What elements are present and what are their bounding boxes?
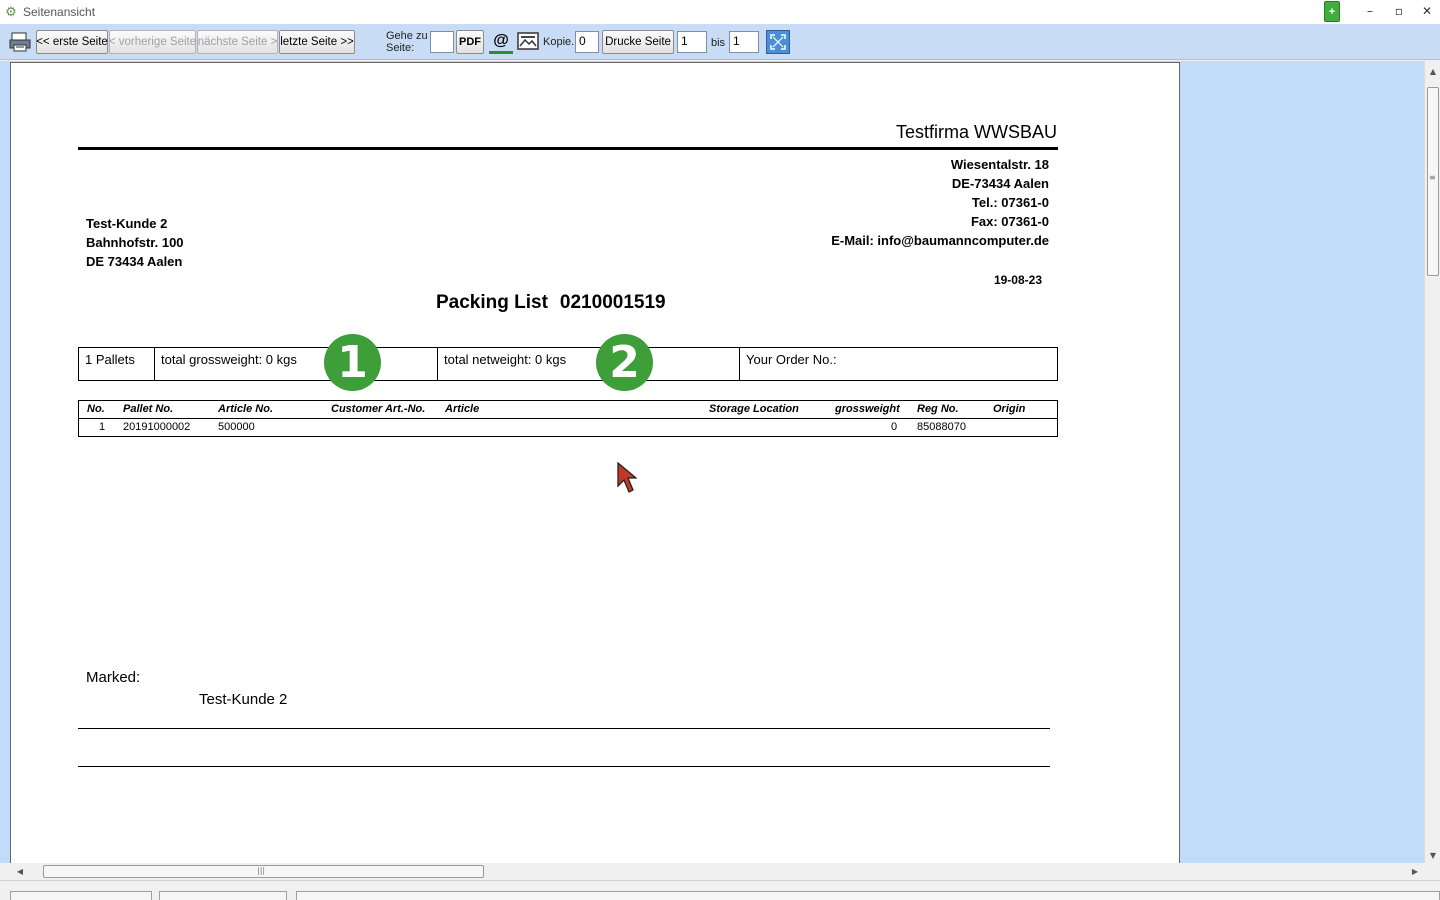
vertical-scrollbar[interactable]: ▲ ≡ ▼ [1424, 61, 1440, 863]
scroll-left-icon[interactable]: ◀ [12, 863, 28, 879]
col-no: No. [87, 403, 105, 415]
marked-value: Test-Kunde 2 [199, 691, 288, 708]
footer-line-1 [78, 728, 1050, 729]
status-bar [0, 880, 1440, 900]
col-origin: Origin [993, 403, 1026, 415]
from-page-input[interactable]: 1 [677, 31, 707, 53]
marked-label: Marked: [86, 669, 141, 686]
to-label: bis [711, 37, 726, 49]
company-name: Testfirma WWSBAU [895, 122, 1057, 142]
footer-line-2 [78, 766, 1050, 767]
gear-icon: ⚙ [5, 4, 17, 19]
order-no-cell: Your Order No.: [746, 352, 837, 367]
document-date: 19-08-23 [993, 273, 1042, 287]
table-row: 1 20191000002 500000 0 85088070 [99, 421, 966, 433]
document-number: 0210001519 [559, 292, 666, 313]
status-pane-3 [296, 891, 1440, 900]
copies-label: Kopie.: [543, 36, 578, 48]
toolbar: << erste Seite < vorherige Seite nächste… [0, 24, 1440, 60]
summary-box: 1 Pallets total grossweight: 0 kgs total… [78, 347, 1058, 381]
maximize-button[interactable]: ▫ [1386, 2, 1412, 20]
picture-icon[interactable] [516, 30, 540, 54]
printer-icon[interactable] [8, 30, 32, 54]
recipient-address: Test-Kunde 2 Bahnhofstr. 100 DE 73434 Aa… [86, 216, 184, 269]
scroll-right-icon[interactable]: ▶ [1407, 863, 1423, 879]
print-page-button[interactable]: Drucke Seite [602, 30, 674, 54]
vertical-grip-icon: ≡ [1429, 173, 1436, 182]
step-badge-1: 1 [324, 334, 381, 391]
copies-input[interactable]: 0 [575, 31, 599, 53]
step-badge-2: 2 [596, 334, 653, 391]
mouse-cursor-icon [617, 462, 637, 493]
close-button[interactable]: ✕ [1414, 2, 1440, 20]
title-bar: ⚙ Seitenansicht + – ▫ ✕ [0, 0, 1440, 24]
last-page-button[interactable]: letzte Seite >> [279, 30, 355, 54]
col-customer-art-no: Customer Art.-No. [331, 403, 426, 415]
minimize-button[interactable]: – [1357, 2, 1383, 20]
horizontal-grip-icon: ||| [257, 866, 266, 875]
col-reg-no: Reg No. [917, 403, 959, 415]
horizontal-scrollbar[interactable]: ◀ ||| ▶ [10, 863, 1424, 879]
pallets-cell: 1 Pallets [79, 348, 155, 380]
col-grossweight: grossweight [835, 403, 900, 415]
next-page-button[interactable]: nächste Seite > [197, 30, 278, 54]
window-title: Seitenansicht [23, 5, 96, 19]
goto-page-input[interactable] [430, 31, 454, 53]
col-article-no: Article No. [218, 403, 274, 415]
fullscreen-icon[interactable] [766, 30, 790, 54]
document-page: Testfirma WWSBAU Wiesentalstr. 18 DE-734… [10, 62, 1180, 863]
previous-page-button[interactable]: < vorherige Seite [109, 30, 196, 54]
to-page-input[interactable]: 1 [729, 31, 759, 53]
netweight-cell: total netweight: 0 kgs [438, 348, 740, 380]
at-sign-icon[interactable]: @ [489, 30, 513, 54]
pdf-button[interactable]: PDF [456, 30, 484, 54]
items-table: No. Pallet No. Article No. Customer Art.… [78, 400, 1058, 437]
scroll-up-icon[interactable]: ▲ [1425, 63, 1440, 79]
goto-label: Gehe zu Seite: [386, 30, 428, 54]
header-divider [78, 147, 1058, 150]
col-pallet-no: Pallet No. [123, 403, 174, 415]
first-page-button[interactable]: << erste Seite [36, 30, 108, 54]
status-pane-1 [10, 891, 152, 900]
document-title: Packing List 0210001519 [436, 292, 666, 313]
grossweight-cell: total grossweight: 0 kgs [155, 348, 438, 380]
scroll-down-icon[interactable]: ▼ [1425, 847, 1440, 863]
battery-status-icon[interactable]: + [1324, 1, 1340, 22]
col-article: Article [445, 403, 480, 415]
table-header: No. Pallet No. Article No. Customer Art.… [79, 401, 1057, 419]
status-pane-2 [159, 891, 287, 900]
sender-address: Wiesentalstr. 18 DE-73434 Aalen Tel.: 07… [831, 157, 1049, 248]
col-storage-location: Storage Location [709, 403, 799, 415]
